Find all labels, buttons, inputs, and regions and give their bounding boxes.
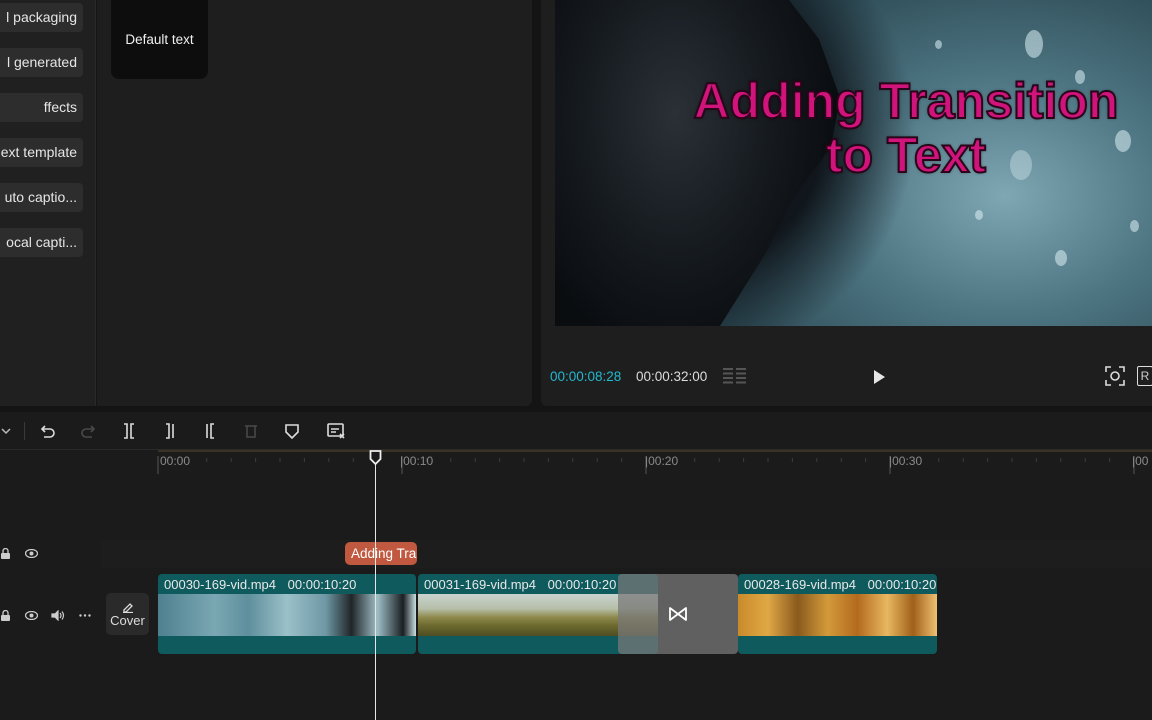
transition-block[interactable] (618, 574, 738, 654)
cover-button[interactable]: Cover (106, 593, 149, 635)
timeline-toolbar (0, 412, 1152, 450)
toolbar-divider (24, 422, 25, 440)
clip-header: 00028-169-vid.mp4 00:00:10:20 (744, 577, 936, 592)
fit-screen-icon[interactable] (1104, 365, 1126, 387)
text-library-panel: Default text (97, 0, 532, 406)
main-track-header (0, 574, 101, 656)
eye-icon[interactable] (24, 608, 38, 622)
video-clip-1[interactable]: 00030-169-vid.mp4 00:00:10:20 (158, 574, 416, 654)
playhead-line (375, 458, 376, 720)
timeline-panel: 00:00 |00:10 |00:20 |00:30 |00 Adding Tr… (0, 412, 1152, 720)
clip-header: 00030-169-vid.mp4 00:00:10:20 (164, 577, 356, 592)
ruler-tick-label: 00:00 (160, 454, 191, 468)
lock-icon[interactable] (0, 546, 10, 560)
text-clip[interactable]: Adding Tra (345, 542, 417, 565)
ruler-tick-label: |00:10 (400, 454, 434, 468)
sidebar-item-text-template[interactable]: ext template (0, 138, 83, 167)
chevron-down-icon[interactable] (0, 424, 12, 438)
sidebar-item-generated[interactable]: l generated (0, 48, 83, 77)
delete-right-icon[interactable] (200, 421, 220, 441)
lock-icon[interactable] (0, 608, 10, 622)
sidebar-item-label: ffects (43, 99, 77, 115)
video-editor-window: l packaging l generated ffects ext templ… (0, 0, 1152, 720)
raindrop (1025, 30, 1043, 58)
more-icon[interactable] (77, 608, 93, 622)
list-view-icon[interactable] (722, 367, 748, 385)
speaker-icon[interactable] (50, 608, 66, 622)
split-icon[interactable] (119, 421, 139, 441)
shield-icon[interactable] (282, 421, 302, 441)
sidebar-item-label: ocal capti... (6, 234, 77, 250)
raindrop (1055, 250, 1067, 266)
video-clip-3[interactable]: 00028-169-vid.mp4 00:00:10:20 (738, 574, 937, 654)
clip-filename: 00028-169-vid.mp4 (744, 577, 857, 592)
sidebar-item-label: l generated (6, 54, 77, 70)
sidebar-item-label: ext template (0, 144, 77, 160)
clip-filename: 00030-169-vid.mp4 (164, 577, 277, 592)
raindrop (935, 40, 942, 49)
ratio-button[interactable]: R (1137, 366, 1152, 386)
play-icon[interactable] (869, 367, 889, 387)
eye-icon[interactable] (24, 546, 38, 560)
playhead-handle[interactable] (369, 450, 382, 466)
ruler-tick-label: |00 (1132, 454, 1149, 468)
clip-duration: 00:00:10:20 (867, 577, 937, 592)
delete-left-icon[interactable] (160, 421, 180, 441)
ruler-tick-label: |00:30 (889, 454, 923, 468)
sidebar-item-label: uto captio... (4, 189, 77, 205)
sidebar-item-auto-captions[interactable]: uto captio... (0, 183, 83, 212)
sidebar-item-effects[interactable]: ffects (0, 93, 83, 122)
text-track-header (0, 540, 101, 568)
clip-header: 00031-169-vid.mp4 00:00:10:20 (424, 577, 616, 592)
trash-icon[interactable] (241, 421, 261, 441)
clip-thumbnails (158, 594, 416, 636)
text-category-sidebar: l packaging l generated ffects ext templ… (0, 0, 96, 406)
player-panel: Adding Transition to Text 00:00:08:28 00… (541, 0, 1152, 406)
ruler-tick-label: |00:20 (645, 454, 679, 468)
undo-icon[interactable] (37, 421, 57, 441)
time-ruler[interactable] (100, 450, 1152, 480)
default-text-card[interactable]: Default text (111, 0, 208, 79)
total-time: 00:00:32:00 (636, 369, 708, 384)
current-time: 00:00:08:28 (550, 369, 622, 384)
clip-thumbnails (738, 594, 937, 636)
overlay-title-text[interactable]: Adding Transition to Text (623, 73, 1152, 183)
raindrop (975, 210, 983, 220)
redo-icon[interactable] (79, 421, 99, 441)
caption-edit-icon[interactable] (325, 421, 347, 441)
sidebar-item-label: l packaging (6, 9, 77, 25)
overlay-title-line-2: to Text (825, 127, 987, 183)
text-track (101, 540, 1152, 568)
bowtie-icon (669, 607, 687, 621)
cover-label: Cover (110, 612, 145, 628)
clip-duration: 00:00:10:20 (287, 577, 357, 592)
sidebar-item-local-captions[interactable]: ocal capti... (0, 228, 83, 257)
overlay-title-line-1: Adding Transition (693, 73, 1120, 129)
sidebar-item-packaging[interactable]: l packaging (0, 3, 83, 32)
clip-duration: 00:00:10:20 (547, 577, 617, 592)
pencil-icon (122, 602, 133, 613)
raindrop (1130, 220, 1139, 232)
clip-filename: 00031-169-vid.mp4 (424, 577, 537, 592)
